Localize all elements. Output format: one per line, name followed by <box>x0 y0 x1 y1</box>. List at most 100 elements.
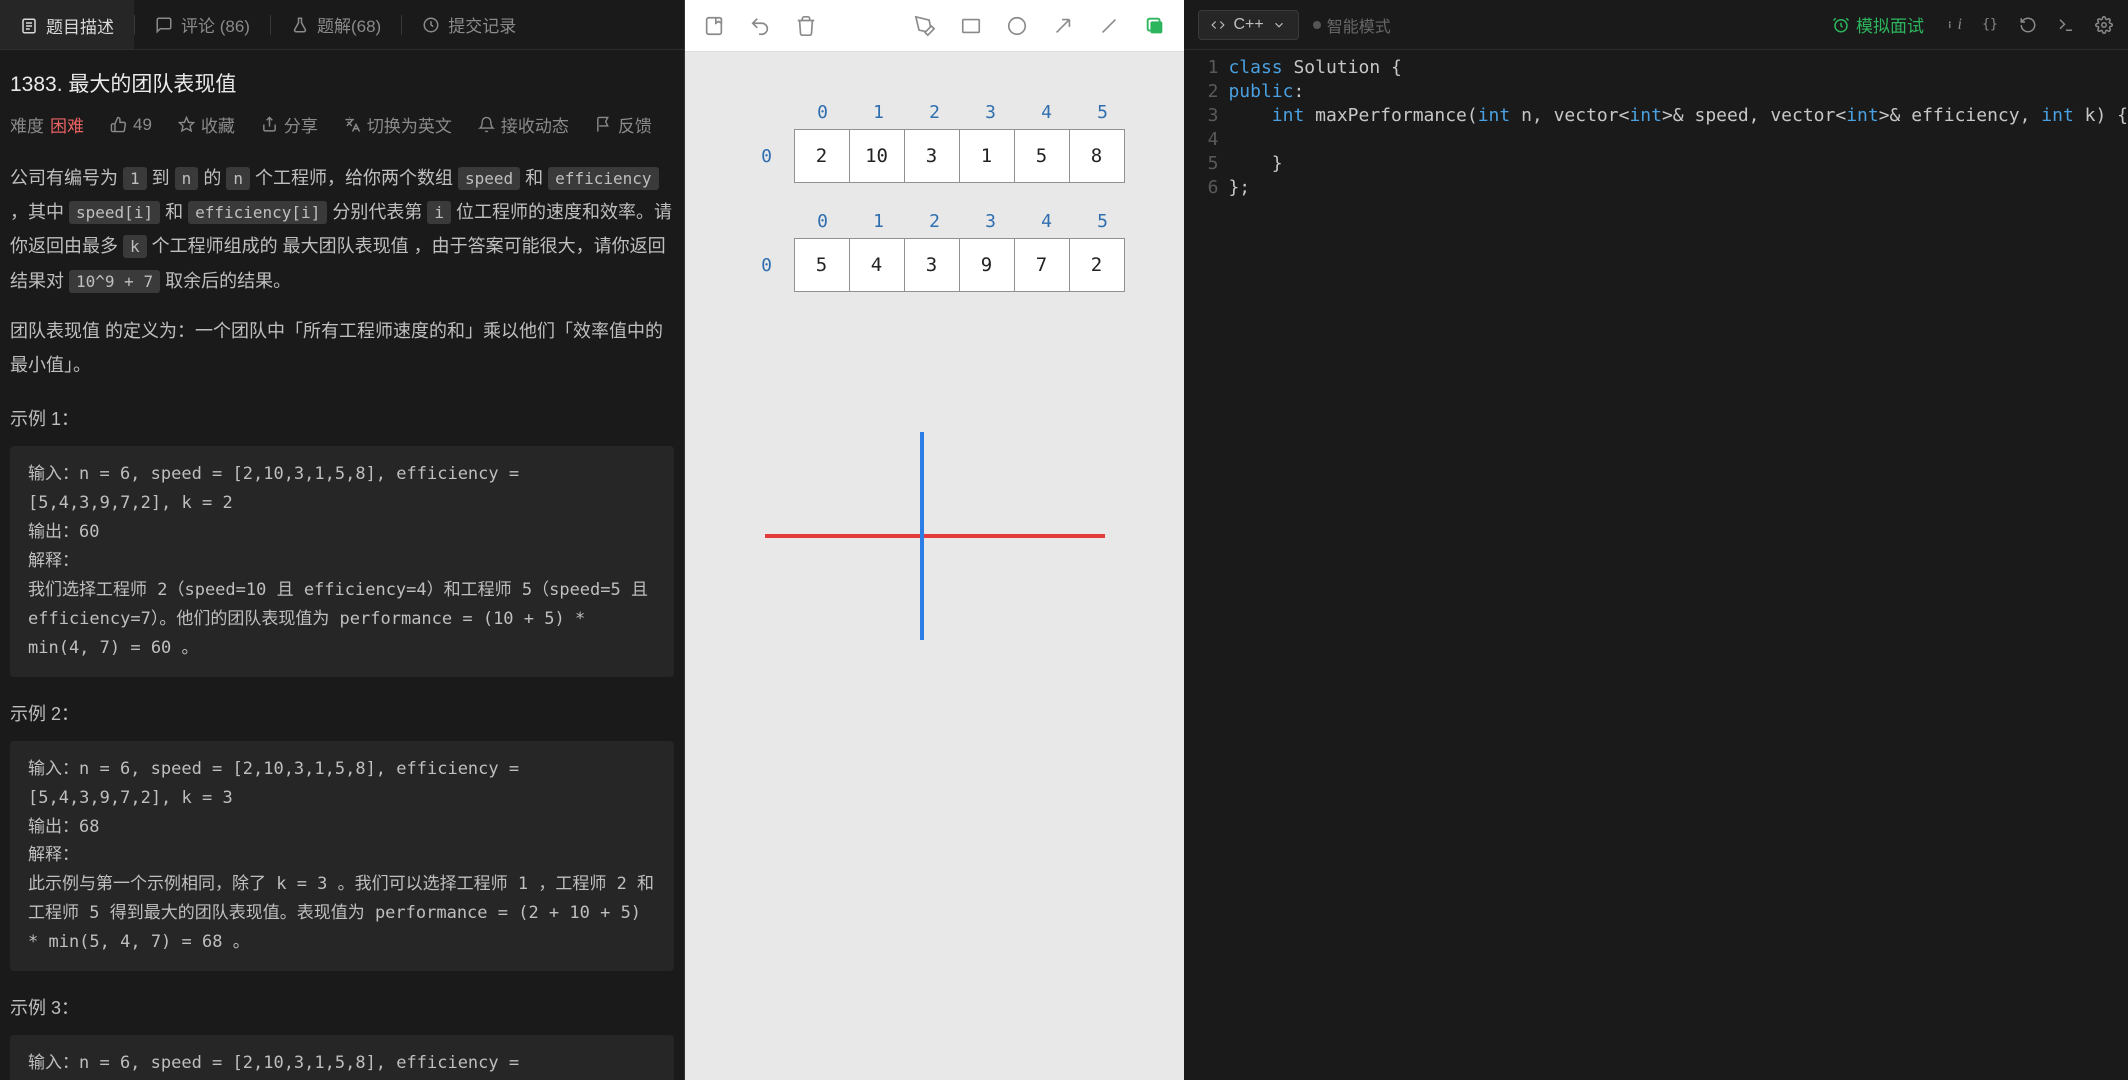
problem-meta: 难度 困难 49 收藏 分享 切换为英文 接收动态 <box>10 112 674 137</box>
index-cell: 0 <box>795 211 851 232</box>
tab-submissions-label: 提交记录 <box>448 12 516 37</box>
tab-discussion-label: 评论 (86) <box>181 12 250 37</box>
array-cell: 5 <box>794 238 850 292</box>
example-1-body: 输入：n = 6, speed = [2,10,3,1,5,8], effici… <box>10 446 674 676</box>
array-cell: 1 <box>959 129 1015 183</box>
index-cell: 4 <box>1019 211 1075 232</box>
tab-solutions-label: 题解(68) <box>317 12 381 37</box>
chevron-down-icon <box>1272 18 1286 32</box>
flask-icon <box>291 16 309 34</box>
array-cell: 2 <box>1069 238 1125 292</box>
translate-icon <box>344 116 361 133</box>
info-button[interactable]: i <box>1942 15 1962 35</box>
notify-label: 接收动态 <box>501 112 569 137</box>
example-2-body: 输入：n = 6, speed = [2,10,3,1,5,8], effici… <box>10 741 674 971</box>
index-cell: 4 <box>1019 102 1075 123</box>
reset-button[interactable] <box>2018 15 2038 35</box>
smart-mode-indicator[interactable]: 智能模式 <box>1313 13 1391 37</box>
layers-icon <box>1144 15 1166 37</box>
favorite-label: 收藏 <box>201 112 235 137</box>
array-cell: 7 <box>1014 238 1070 292</box>
code-actions: 模拟面试 i {} <box>1832 12 2114 37</box>
tab-description-label: 题目描述 <box>46 13 114 38</box>
clock-icon <box>422 16 440 34</box>
note-tool[interactable] <box>697 9 731 43</box>
problem-tabs: 题目描述 评论 (86) 题解(68) 提交记录 <box>0 0 684 50</box>
description-icon <box>20 17 38 35</box>
index-cell: 2 <box>907 102 963 123</box>
pen-tool[interactable] <box>908 9 942 43</box>
example-1-title: 示例 1： <box>10 402 674 436</box>
layers-tool[interactable] <box>1138 9 1172 43</box>
tab-submissions[interactable]: 提交记录 <box>402 0 536 49</box>
arrow-tool[interactable] <box>1046 9 1080 43</box>
code-icon <box>1211 18 1225 32</box>
code-lines: class Solution {public: int maxPerforman… <box>1228 56 2128 1080</box>
code-chip: n <box>175 167 199 190</box>
index-cell: 2 <box>907 211 963 232</box>
tab-discussion[interactable]: 评论 (86) <box>135 0 270 49</box>
likes-button[interactable]: 49 <box>110 115 152 135</box>
likes-count: 49 <box>133 115 152 135</box>
array-cell: 5 <box>1014 129 1070 183</box>
braces-button[interactable]: {} <box>1980 15 2000 35</box>
language-label: C++ <box>1233 16 1263 34</box>
thumbs-up-icon <box>110 116 127 133</box>
index-row: 0 1 2 3 4 5 <box>739 102 1131 123</box>
array-cell: 4 <box>849 238 905 292</box>
array-cell: 3 <box>904 129 960 183</box>
array-cell: 2 <box>794 129 850 183</box>
line-tool[interactable] <box>1092 9 1126 43</box>
code-editor[interactable]: 123456 class Solution {public: int maxPe… <box>1184 50 2128 1080</box>
index-cell: 5 <box>1075 211 1131 232</box>
code-chip: efficiency[i] <box>188 201 327 224</box>
circle-tool[interactable] <box>1000 9 1034 43</box>
drawing-panel: 0 1 2 3 4 5 0 2 10 3 1 5 8 0 1 2 <box>685 0 1185 1080</box>
code-chip: speed[i] <box>69 201 160 224</box>
mock-interview-button[interactable]: 模拟面试 <box>1832 12 1924 37</box>
share-icon <box>261 116 278 133</box>
array-cell: 10 <box>849 129 905 183</box>
code-chip: n <box>226 167 250 190</box>
code-chip: speed <box>458 167 520 190</box>
undo-tool[interactable] <box>743 9 777 43</box>
undo-icon <box>749 15 771 37</box>
difficulty-value: 困难 <box>50 112 84 137</box>
difficulty: 难度 困难 <box>10 112 84 137</box>
reset-icon <box>2019 16 2037 34</box>
code-chip: efficiency <box>548 167 658 190</box>
trash-icon <box>795 15 817 37</box>
tab-description[interactable]: 题目描述 <box>0 0 134 49</box>
feedback-button[interactable]: 反馈 <box>595 112 652 137</box>
index-cell: 5 <box>1075 102 1131 123</box>
comment-icon <box>155 16 173 34</box>
delete-tool[interactable] <box>789 9 823 43</box>
line-gutter: 123456 <box>1184 56 1228 1080</box>
mock-interview-label: 模拟面试 <box>1856 12 1924 37</box>
drawing-toolbar <box>685 0 1185 52</box>
toggle-lang-button[interactable]: 切换为英文 <box>344 112 452 137</box>
problem-content: 1383. 最大的团队表现值 难度 困难 49 收藏 分享 切换为英文 <box>0 50 684 1080</box>
index-cell: 0 <box>795 102 851 123</box>
favorite-button[interactable]: 收藏 <box>178 112 235 137</box>
drawing-canvas[interactable]: 0 1 2 3 4 5 0 2 10 3 1 5 8 0 1 2 <box>685 52 1185 1080</box>
star-icon <box>178 116 195 133</box>
rect-tool[interactable] <box>954 9 988 43</box>
terminal-button[interactable] <box>2056 15 2076 35</box>
desc-para-2: 团队表现值 的定义为：一个团队中「所有工程师速度的和」乘以他们「效率值中的最小值… <box>10 314 674 382</box>
array-board: 0 1 2 3 4 5 0 2 10 3 1 5 8 0 1 2 <box>739 102 1131 298</box>
notify-button[interactable]: 接收动态 <box>478 112 569 137</box>
settings-button[interactable] <box>2094 15 2114 35</box>
index-cell: 3 <box>963 211 1019 232</box>
share-label: 分享 <box>284 112 318 137</box>
share-button[interactable]: 分享 <box>261 112 318 137</box>
index-row: 0 1 2 3 4 5 <box>739 211 1131 232</box>
toggle-lang-label: 切换为英文 <box>367 112 452 137</box>
example-3-body: 输入：n = 6, speed = [2,10,3,1,5,8], effici… <box>10 1035 674 1080</box>
terminal-icon <box>2057 16 2075 34</box>
line-icon <box>1098 15 1120 37</box>
language-select[interactable]: C++ <box>1198 10 1298 40</box>
tab-solutions[interactable]: 题解(68) <box>271 0 401 49</box>
example-3-title: 示例 3： <box>10 991 674 1025</box>
code-chip: 10^9 + 7 <box>69 270 160 293</box>
